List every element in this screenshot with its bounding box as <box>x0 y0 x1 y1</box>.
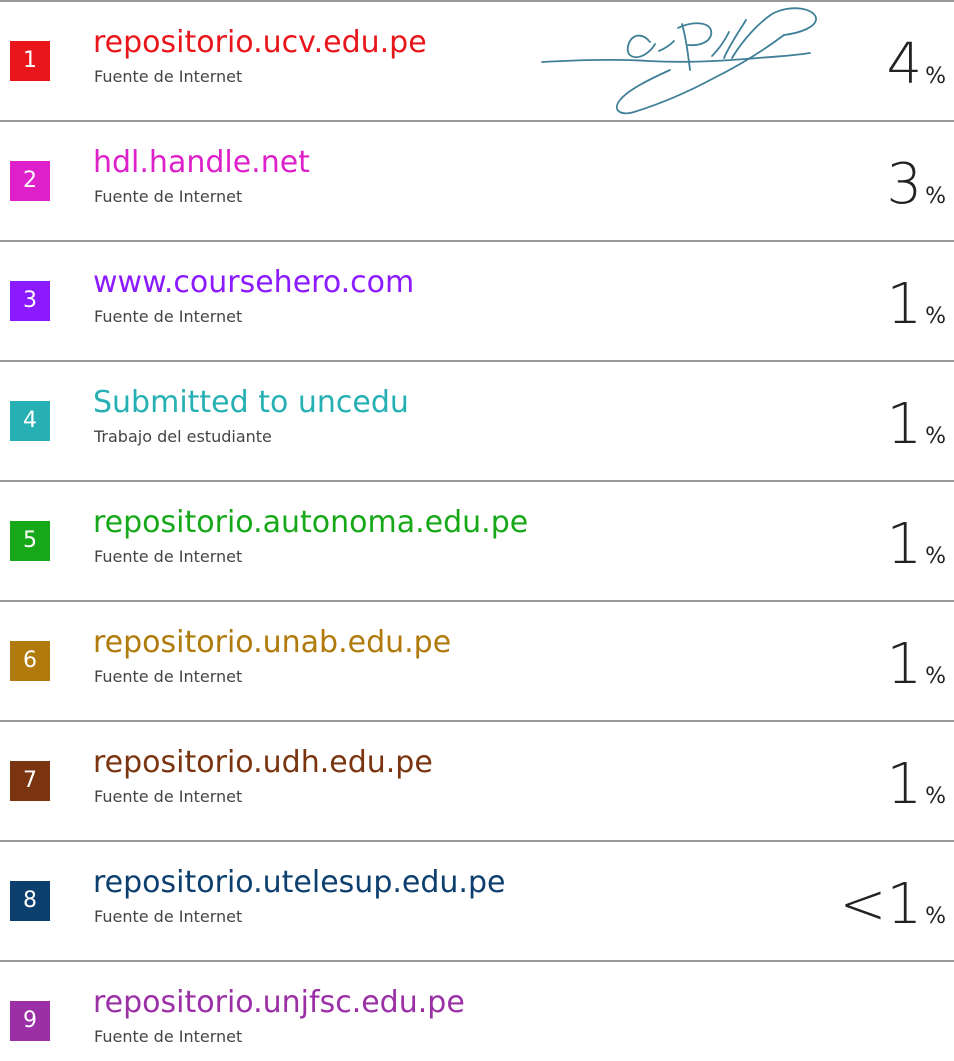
source-rank-badge: 9 <box>10 1001 50 1041</box>
percentage-value: 1 <box>886 632 923 697</box>
source-name: repositorio.utelesup.edu.pe <box>93 865 506 900</box>
source-rank-badge: 8 <box>10 881 50 921</box>
source-row-8: 8 repositorio.utelesup.edu.pe Fuente de … <box>0 842 954 962</box>
source-percentage: 1% <box>886 270 946 340</box>
source-row-3: 3 www.coursehero.com Fuente de Internet … <box>0 242 954 362</box>
percentage-value: 4 <box>886 32 923 97</box>
percentage-value: 1 <box>886 392 923 457</box>
signature-stroke <box>615 34 785 115</box>
source-name: repositorio.ucv.edu.pe <box>93 25 427 60</box>
percent-symbol: % <box>925 304 946 329</box>
source-name: hdl.handle.net <box>93 145 310 180</box>
source-percentage: 1% <box>886 510 946 580</box>
percentage-value: 1 <box>886 512 923 577</box>
source-percentage: 1% <box>886 630 946 700</box>
source-row-2: 2 hdl.handle.net Fuente de Internet 3% <box>0 122 954 242</box>
source-type: Fuente de Internet <box>94 907 243 926</box>
source-rank-badge: 4 <box>10 401 50 441</box>
source-name: repositorio.unjfsc.edu.pe <box>93 985 465 1020</box>
source-rank-badge: 3 <box>10 281 50 321</box>
signature-stroke <box>658 40 675 52</box>
source-name: www.coursehero.com <box>93 265 415 300</box>
percent-symbol: % <box>925 784 946 809</box>
source-type: Fuente de Internet <box>94 667 243 686</box>
signature-stroke <box>731 7 817 59</box>
source-percentage: <1% <box>840 870 946 940</box>
source-type: Fuente de Internet <box>94 67 243 86</box>
percent-symbol: % <box>925 64 946 89</box>
source-type: Trabajo del estudiante <box>94 427 272 446</box>
percentage-value: <1 <box>839 872 923 937</box>
signature-stroke <box>677 22 712 47</box>
source-percentage: 4% <box>886 30 946 100</box>
source-row-6: 6 repositorio.unab.edu.pe Fuente de Inte… <box>0 602 954 722</box>
source-type: Fuente de Internet <box>94 787 243 806</box>
source-type: Fuente de Internet <box>94 1027 243 1046</box>
source-rank-badge: 2 <box>10 161 50 201</box>
percent-symbol: % <box>925 424 946 449</box>
percent-symbol: % <box>925 544 946 569</box>
source-type: Fuente de Internet <box>94 187 243 206</box>
percentage-value: 3 <box>886 152 923 217</box>
source-percentage: 1% <box>886 390 946 460</box>
percent-symbol: % <box>925 664 946 689</box>
source-type: Fuente de Internet <box>94 547 243 566</box>
source-name: repositorio.udh.edu.pe <box>93 745 433 780</box>
source-rank-badge: 5 <box>10 521 50 561</box>
source-row-4: 4 Submitted to uncedu Trabajo del estudi… <box>0 362 954 482</box>
signature-stroke <box>541 52 811 63</box>
percentage-value: 1 <box>886 752 923 817</box>
source-row-9: 9 repositorio.unjfsc.edu.pe Fuente de In… <box>0 962 954 1061</box>
source-row-7: 7 repositorio.udh.edu.pe Fuente de Inter… <box>0 722 954 842</box>
percent-symbol: % <box>925 904 946 929</box>
percentage-value: 1 <box>886 272 923 337</box>
source-name: repositorio.autonoma.edu.pe <box>93 505 529 540</box>
source-percentage: 1% <box>886 750 946 820</box>
source-name: repositorio.unab.edu.pe <box>93 625 452 660</box>
source-name: Submitted to uncedu <box>93 385 409 420</box>
handwritten-signature <box>541 7 817 115</box>
source-type: Fuente de Internet <box>94 307 243 326</box>
source-rank-badge: 6 <box>10 641 50 681</box>
source-row-5: 5 repositorio.autonoma.edu.pe Fuente de … <box>0 482 954 602</box>
percent-symbol: % <box>925 184 946 209</box>
source-rank-badge: 7 <box>10 761 50 801</box>
signature-stroke <box>681 23 691 71</box>
source-percentage: 3% <box>886 150 946 220</box>
signature-stroke <box>626 34 656 59</box>
source-rank-badge: 1 <box>10 41 50 81</box>
